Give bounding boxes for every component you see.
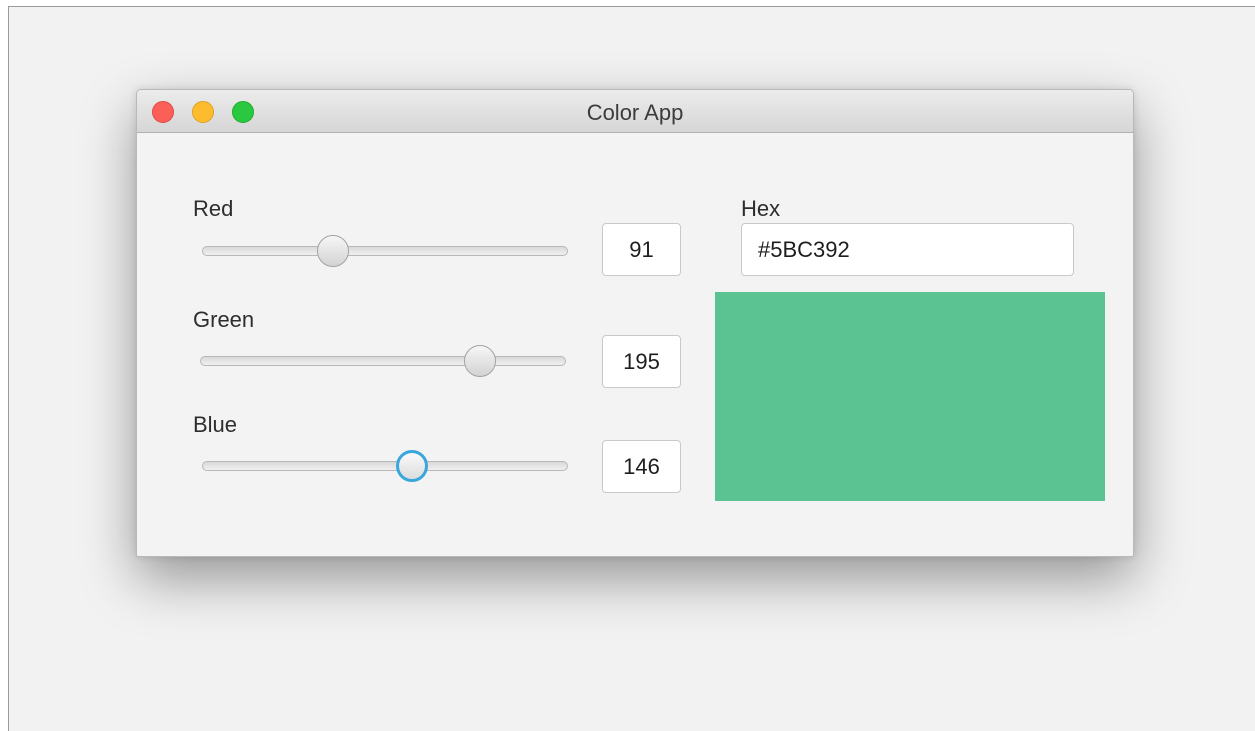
red-slider[interactable] — [202, 235, 568, 267]
blue-value-field[interactable] — [602, 440, 681, 493]
maximize-button-icon[interactable] — [232, 101, 254, 123]
close-button-icon[interactable] — [152, 101, 174, 123]
window-title: Color App — [586, 100, 684, 125]
color-preview-swatch — [715, 292, 1105, 501]
blue-slider[interactable] — [202, 450, 568, 482]
color-app-window: Color App Red Green Blue Hex — [136, 89, 1134, 557]
red-slider-track[interactable] — [202, 246, 568, 256]
green-slider[interactable] — [200, 345, 566, 377]
blue-slider-thumb[interactable] — [395, 450, 428, 482]
green-slider-thumb[interactable] — [463, 345, 496, 377]
hex-input[interactable] — [741, 223, 1074, 276]
red-value-field[interactable] — [602, 223, 681, 276]
green-slider-track[interactable] — [200, 356, 566, 366]
hex-label: Hex — [741, 196, 781, 221]
blue-label: Blue — [193, 412, 238, 437]
red-slider-thumb[interactable] — [316, 235, 349, 267]
green-value-field[interactable] — [602, 335, 681, 388]
red-label: Red — [193, 196, 234, 221]
green-label: Green — [193, 307, 255, 332]
blue-slider-track[interactable] — [202, 461, 568, 471]
minimize-button-icon[interactable] — [192, 101, 214, 123]
title-bar[interactable]: Color App — [137, 90, 1133, 133]
